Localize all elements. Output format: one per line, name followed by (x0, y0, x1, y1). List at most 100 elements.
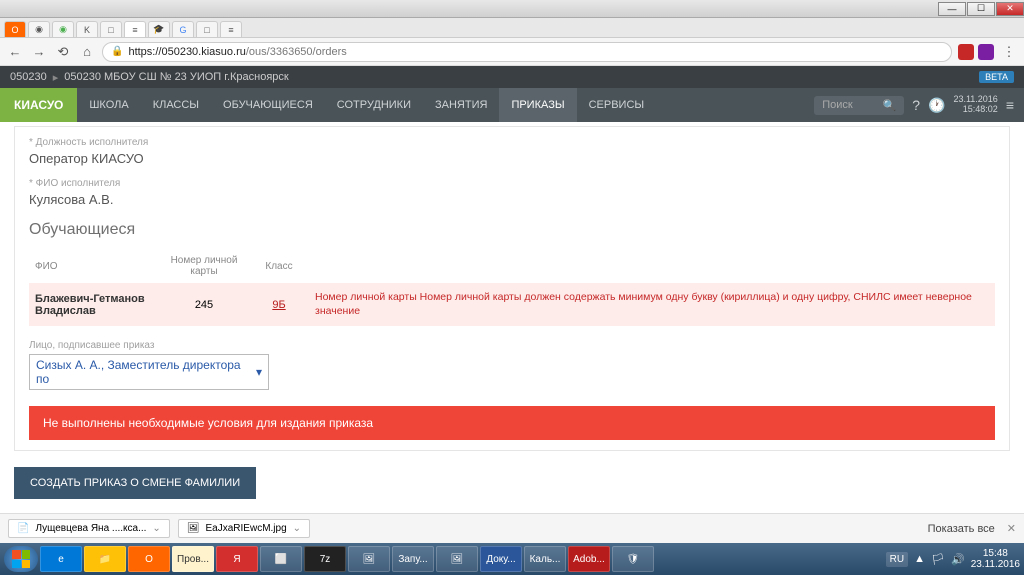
chevron-icon: ⌄ (293, 523, 301, 534)
close-icon[interactable]: ✕ (1007, 523, 1016, 535)
help-icon[interactable]: ? (912, 97, 920, 113)
create-order-button[interactable]: СОЗДАТЬ ПРИКАЗ О СМЕНЕ ФАМИЛИИ (14, 467, 256, 499)
window-minimize[interactable]: — (938, 2, 966, 16)
student-class: 9Б (249, 283, 309, 326)
nav-services[interactable]: СЕРВИСЫ (577, 88, 657, 122)
tb-app-11[interactable]: Каль... (524, 546, 566, 572)
tb-app-6[interactable]: 7z (304, 546, 346, 572)
tab-5[interactable]: □ (100, 21, 122, 37)
search-input[interactable]: Поиск 🔍 (814, 96, 904, 115)
students-table: ФИО Номер личной карты Класс Блажевич-Ге… (29, 249, 995, 326)
tab-1[interactable]: O (4, 21, 26, 37)
signer-block: Лицо, подписавшее приказ Сизых А. А., За… (29, 340, 995, 390)
tb-app-1[interactable]: 📁 (84, 546, 126, 572)
tab-4[interactable]: K (76, 21, 98, 37)
breadcrumb: 050230 ▸ 050230 МБОУ СШ № 23 УИОП г.Крас… (0, 66, 1024, 88)
beta-badge: BETA (979, 71, 1014, 83)
row-error: Номер личной карты Номер личной карты до… (309, 283, 995, 326)
url-input[interactable]: 🔒 https://050230.kiasuo.ru/ous/3363650/o… (102, 42, 952, 62)
download-item-2[interactable]: 🖼 EaJxaRIEwcM.jpg ⌄ (178, 519, 310, 538)
url-path: /ous/3363650/orders (246, 46, 347, 58)
student-name[interactable]: Блажевич-Гетманов Владислав (29, 283, 159, 326)
table-row: Блажевич-Гетманов Владислав 245 9Б Номер… (29, 283, 995, 326)
student-card: 245 (159, 283, 249, 326)
logo[interactable]: КИАСУО (0, 88, 77, 122)
position-label: * Должность исполнителя (29, 137, 995, 148)
forward-button[interactable]: → (30, 43, 48, 61)
tab-9[interactable]: □ (196, 21, 218, 37)
lang-indicator[interactable]: RU (886, 552, 908, 567)
nav-lessons[interactable]: ЗАНЯТИЯ (423, 88, 499, 122)
signer-label: Лицо, подписавшее приказ (29, 340, 995, 351)
downloads-bar: 📄 Лущевцева Яна ....кса... ⌄ 🖼 EaJxaRIEw… (0, 513, 1024, 543)
position-value[interactable]: Оператор КИАСУО (29, 151, 995, 166)
address-bar: ← → ⟲ ⌂ 🔒 https://050230.kiasuo.ru/ous/3… (0, 38, 1024, 66)
th-class: Класс (249, 249, 309, 283)
fio-value[interactable]: Кулясова А.В. (29, 192, 995, 207)
signer-select[interactable]: Сизых А. А., Заместитель директора по ▾ (29, 354, 269, 390)
th-card: Номер личной карты (159, 249, 249, 283)
tb-app-12[interactable]: Adob... (568, 546, 610, 572)
window-maximize[interactable]: ☐ (967, 2, 995, 16)
start-button[interactable] (4, 546, 38, 572)
lock-icon: 🔒 (111, 46, 123, 57)
browser-tabs: O ◉ ◉ K □ ≡ 🎓 G □ ≡ (0, 18, 1024, 38)
taskbar: e 📁 O Пров... Я ⬜ 7z 🖼 Запу... 🖼 Доку...… (0, 543, 1024, 575)
download-item-1[interactable]: 📄 Лущевцева Яна ....кса... ⌄ (8, 519, 170, 538)
volume-icon[interactable]: 🔊 (951, 553, 965, 566)
chevron-icon: ⌄ (152, 523, 160, 534)
students-title: Обучающиеся (29, 221, 995, 239)
menu-icon[interactable]: ⋮ (1000, 43, 1018, 61)
back-button[interactable]: ← (6, 43, 24, 61)
nav-students[interactable]: ОБУЧАЮЩИЕСЯ (211, 88, 325, 122)
tab-8[interactable]: G (172, 21, 194, 37)
reload-button[interactable]: ⟲ (54, 43, 72, 61)
extension-icon-2[interactable] (978, 44, 994, 60)
content: * Должность исполнителя Оператор КИАСУО … (0, 122, 1024, 502)
bc-sep: ▸ (53, 71, 59, 84)
tab-3[interactable]: ◉ (52, 21, 74, 37)
image-icon: 🖼 (187, 523, 200, 534)
clock-icon[interactable]: 🕐 (928, 97, 945, 114)
tb-app-13[interactable]: 🛡 (612, 546, 654, 572)
url-domain: https://050230.kiasuo.ru (128, 46, 245, 58)
file-icon: 📄 (17, 523, 29, 534)
menu-burger-icon[interactable]: ≡ (1006, 97, 1014, 113)
tb-app-3[interactable]: Пров... (172, 546, 214, 572)
window-close[interactable]: ✕ (996, 2, 1024, 16)
tb-app-7[interactable]: 🖼 (348, 546, 390, 572)
flag-icon[interactable]: 🏳 (931, 553, 945, 566)
tab-7[interactable]: 🎓 (148, 21, 170, 37)
window-titlebar: — ☐ ✕ (0, 0, 1024, 18)
tb-app-10[interactable]: Доку... (480, 546, 522, 572)
tb-app-0[interactable]: e (40, 546, 82, 572)
tb-app-2[interactable]: O (128, 546, 170, 572)
tab-6-active[interactable]: ≡ (124, 21, 146, 37)
nav-school[interactable]: ШКОЛА (77, 88, 140, 122)
search-placeholder: Поиск (822, 99, 852, 111)
tab-10[interactable]: ≡ (220, 21, 242, 37)
search-icon: 🔍 (883, 99, 897, 112)
tab-2[interactable]: ◉ (28, 21, 50, 37)
tb-app-5[interactable]: ⬜ (260, 546, 302, 572)
tray-icon[interactable]: ▲ (914, 553, 925, 565)
main-nav: КИАСУО ШКОЛА КЛАССЫ ОБУЧАЮЩИЕСЯ СОТРУДНИ… (0, 88, 1024, 122)
nav-orders[interactable]: ПРИКАЗЫ (499, 88, 576, 122)
nav-classes[interactable]: КЛАССЫ (141, 88, 211, 122)
fio-label: * ФИО исполнителя (29, 178, 995, 189)
signer-value: Сизых А. А., Заместитель директора по (36, 358, 256, 386)
tb-app-8[interactable]: Запу... (392, 546, 434, 572)
extension-icon-1[interactable] (958, 44, 974, 60)
error-alert: Не выполнены необходимые условия для изд… (29, 406, 995, 440)
show-all-downloads[interactable]: Показать все✕ (928, 522, 1016, 535)
taskbar-clock[interactable]: 15:4823.11.2016 (971, 548, 1020, 570)
tb-app-4[interactable]: Я (216, 546, 258, 572)
home-button[interactable]: ⌂ (78, 43, 96, 61)
tb-app-9[interactable]: 🖼 (436, 546, 478, 572)
datetime: 23.11.201615:48:02 (953, 95, 997, 115)
bc-school[interactable]: 050230 МБОУ СШ № 23 УИОП г.Красноярск (64, 71, 288, 83)
th-fio: ФИО (29, 249, 159, 283)
nav-staff[interactable]: СОТРУДНИКИ (325, 88, 423, 122)
form-panel: * Должность исполнителя Оператор КИАСУО … (14, 126, 1010, 451)
bc-code[interactable]: 050230 (10, 71, 47, 83)
